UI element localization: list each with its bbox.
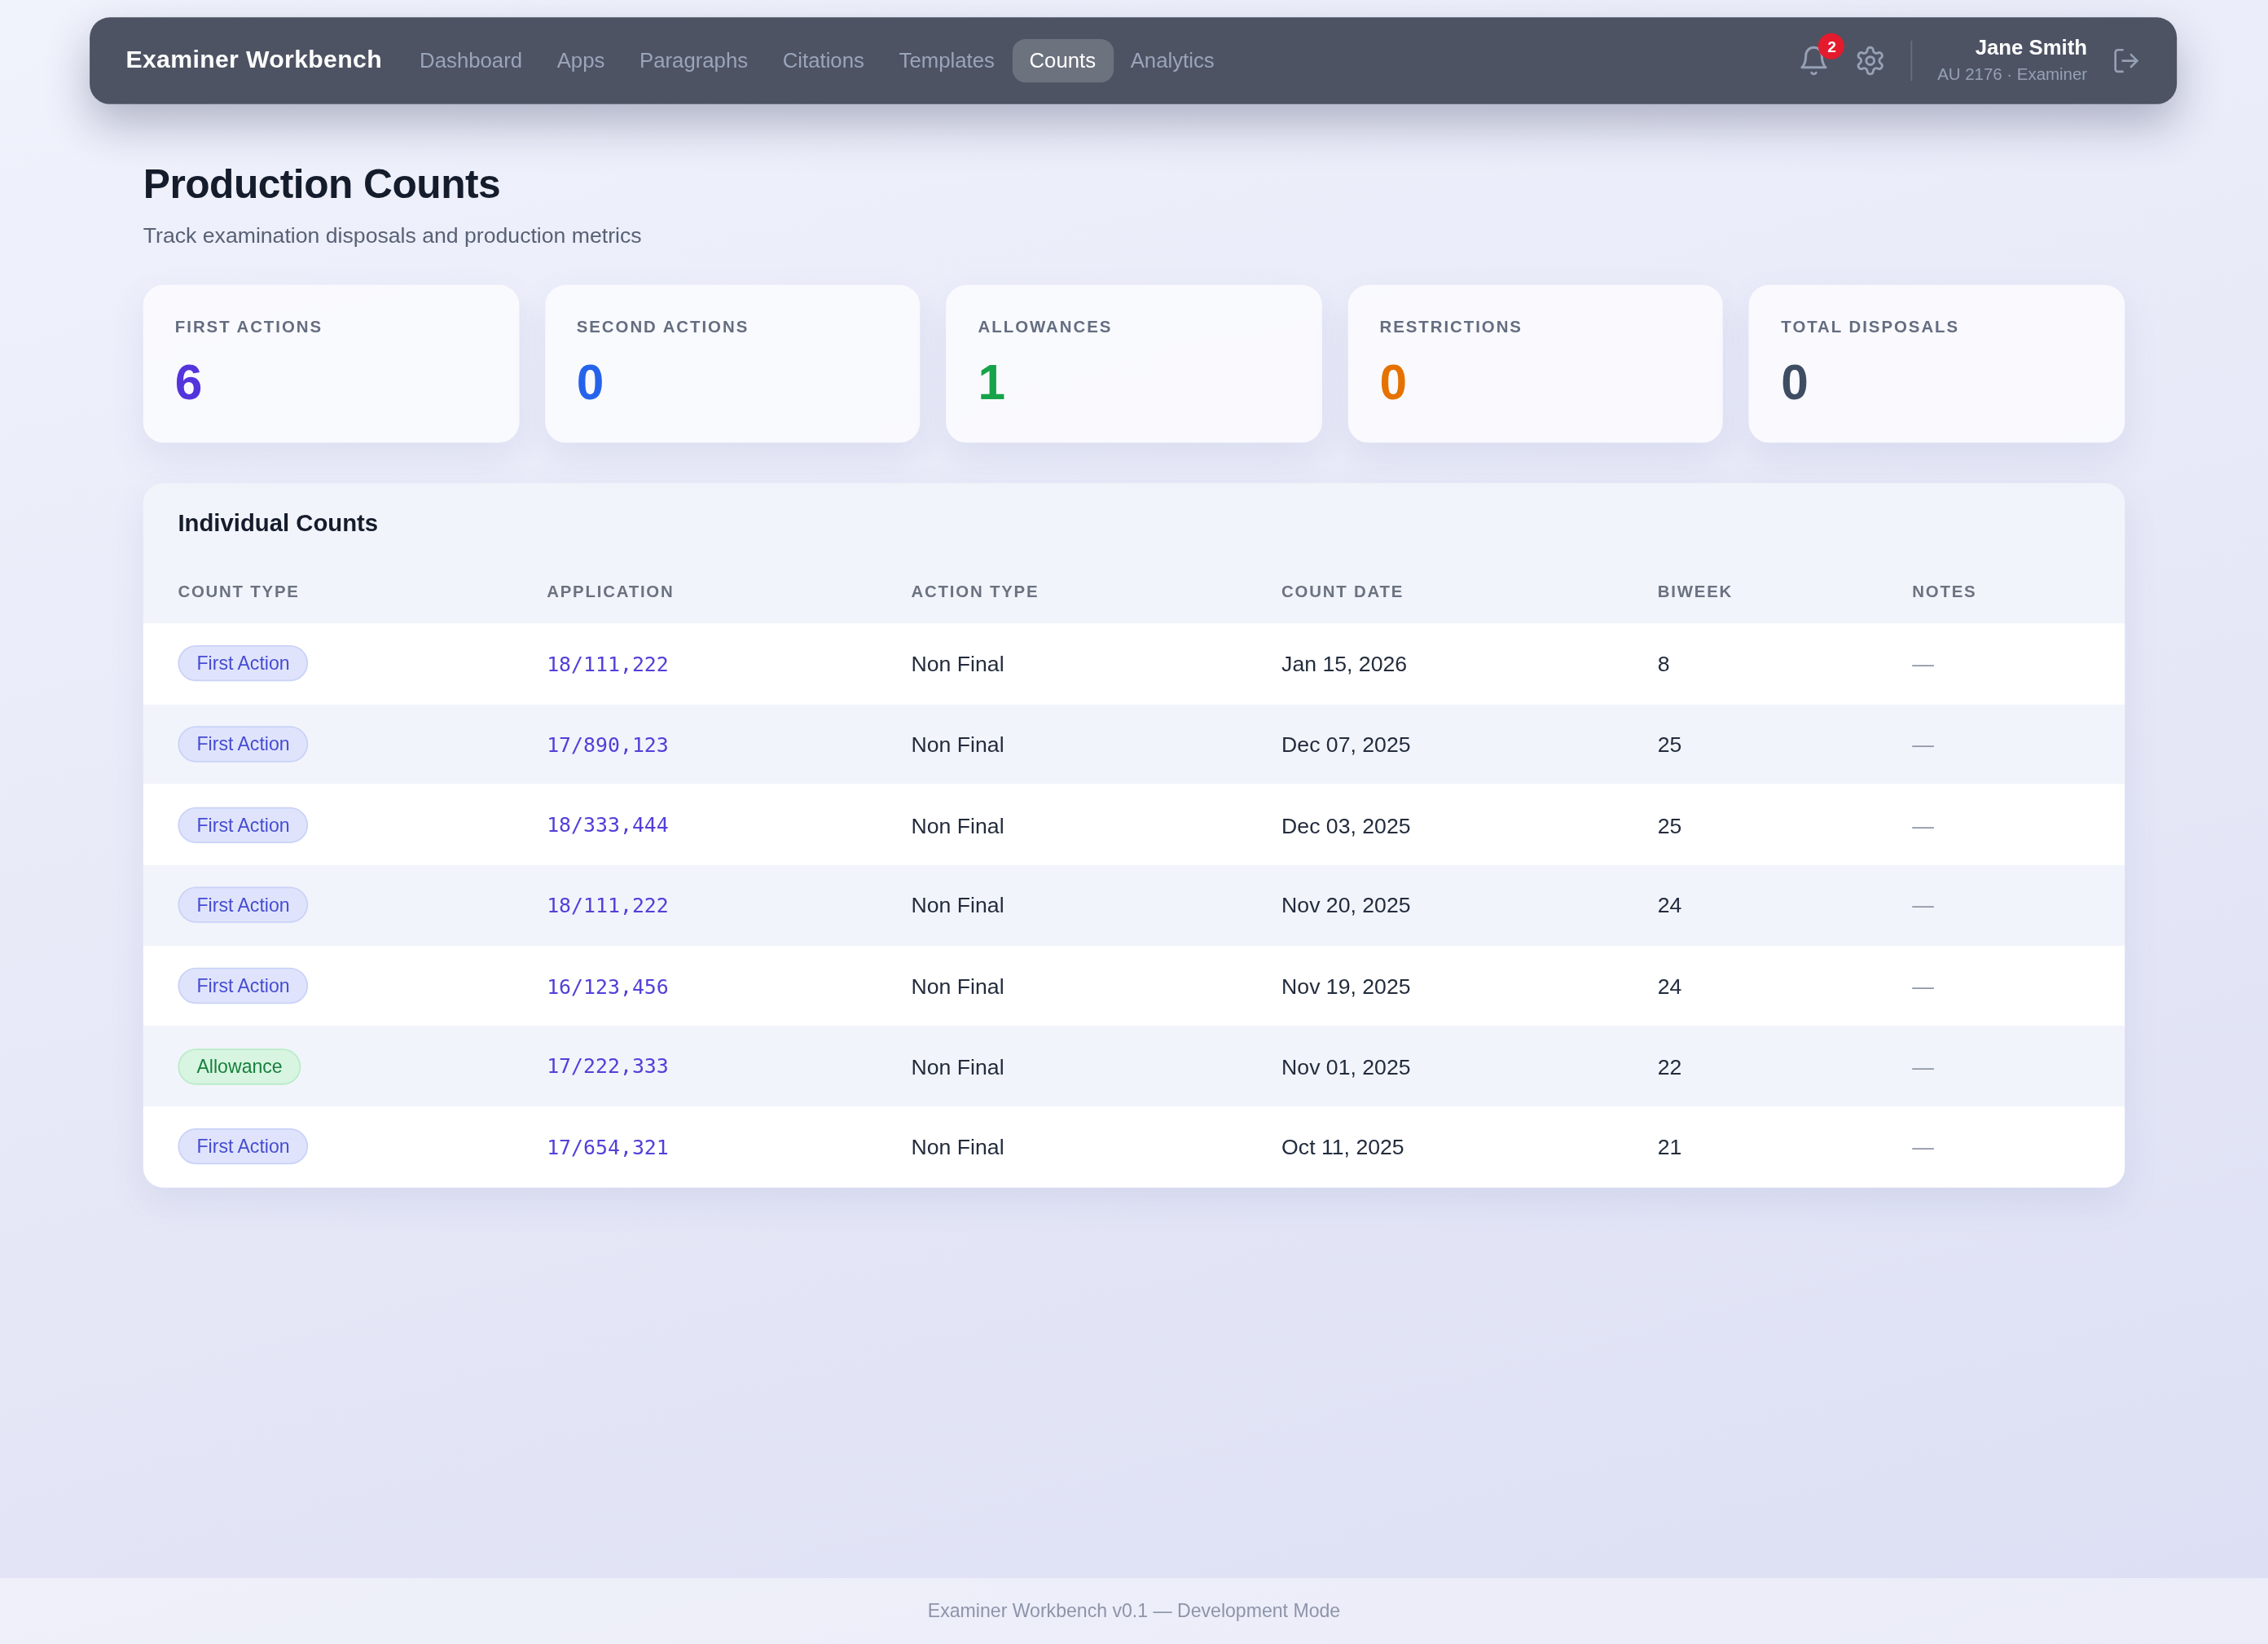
stat-card: FIRST ACTIONS 6: [143, 285, 519, 443]
count-type-badge: First Action: [178, 807, 308, 842]
biweek: 24: [1658, 974, 1912, 998]
count-type-badge: First Action: [178, 887, 308, 923]
action-type: Non Final: [912, 974, 1282, 998]
table-row[interactable]: Allowance 17/222,333 Non Final Nov 01, 2…: [143, 1026, 2125, 1107]
action-type: Non Final: [912, 1054, 1282, 1079]
action-type: Non Final: [912, 812, 1282, 837]
count-date: Jan 15, 2026: [1281, 652, 1658, 676]
stat-value: 6: [175, 358, 487, 407]
notes: —: [1912, 893, 2090, 917]
stat-card: RESTRICTIONS 0: [1347, 285, 1723, 443]
action-type: Non Final: [912, 1135, 1282, 1159]
footer-text: Examiner Workbench v0.1 — Development Mo…: [928, 1600, 1340, 1622]
column-header: BIWEEK: [1658, 583, 1912, 600]
page-title: Production Counts: [143, 162, 2125, 209]
notes: —: [1912, 812, 2090, 837]
action-type: Non Final: [912, 732, 1282, 756]
action-type: Non Final: [912, 893, 1282, 917]
count-date: Nov 20, 2025: [1281, 893, 1658, 917]
table-row[interactable]: First Action 18/333,444 Non Final Dec 03…: [143, 785, 2125, 865]
column-header: COUNT DATE: [1281, 583, 1658, 600]
notes: —: [1912, 652, 2090, 676]
notes: —: [1912, 1135, 2090, 1159]
application-number[interactable]: 16/123,456: [547, 974, 911, 997]
column-header: NOTES: [1912, 583, 2090, 600]
table-title: Individual Counts: [143, 483, 2125, 537]
count-date: Nov 01, 2025: [1281, 1054, 1658, 1079]
count-date: Dec 03, 2025: [1281, 812, 1658, 837]
application-number[interactable]: 17/890,123: [547, 732, 911, 755]
biweek: 8: [1658, 652, 1912, 676]
table-row[interactable]: First Action 18/111,222 Non Final Jan 15…: [143, 623, 2125, 704]
stat-label: TOTAL DISPOSALS: [1781, 319, 2093, 336]
stat-cards: FIRST ACTIONS 6 SECOND ACTIONS 0 ALLOWAN…: [143, 285, 2125, 443]
application-number[interactable]: 17/654,321: [547, 1136, 911, 1158]
stat-value: 0: [577, 358, 889, 407]
notes: —: [1912, 732, 2090, 756]
main-content: Production Counts Track examination disp…: [143, 0, 2125, 1187]
biweek: 25: [1658, 732, 1912, 756]
individual-counts-card: Individual Counts COUNT TYPEAPPLICATIONA…: [143, 483, 2125, 1187]
table-row[interactable]: First Action 18/111,222 Non Final Nov 20…: [143, 865, 2125, 946]
table-body: First Action 18/111,222 Non Final Jan 15…: [143, 623, 2125, 1187]
stat-card: SECOND ACTIONS 0: [545, 285, 921, 443]
application-number[interactable]: 18/111,222: [547, 652, 911, 675]
count-type-badge: First Action: [178, 645, 308, 681]
stat-label: RESTRICTIONS: [1379, 319, 1691, 336]
count-type-badge: Allowance: [178, 1048, 301, 1084]
biweek: 22: [1658, 1054, 1912, 1079]
biweek: 21: [1658, 1135, 1912, 1159]
count-type-badge: First Action: [178, 726, 308, 762]
action-type: Non Final: [912, 652, 1282, 676]
table-row[interactable]: First Action 17/890,123 Non Final Dec 07…: [143, 704, 2125, 785]
table-row[interactable]: First Action 16/123,456 Non Final Nov 19…: [143, 946, 2125, 1026]
count-date: Dec 07, 2025: [1281, 732, 1658, 756]
application-number[interactable]: 17/222,333: [547, 1055, 911, 1078]
page-subtitle: Track examination disposals and producti…: [143, 222, 2125, 247]
stat-value: 0: [1781, 358, 2093, 407]
count-date: Oct 11, 2025: [1281, 1135, 1658, 1159]
count-date: Nov 19, 2025: [1281, 974, 1658, 998]
application-number[interactable]: 18/111,222: [547, 894, 911, 917]
count-type-badge: First Action: [178, 1129, 308, 1165]
footer: Examiner Workbench v0.1 — Development Mo…: [0, 1577, 2268, 1644]
table-header-row: COUNT TYPEAPPLICATIONACTION TYPECOUNT DA…: [143, 560, 2125, 623]
stat-label: ALLOWANCES: [978, 319, 1290, 336]
stat-value: 0: [1379, 358, 1691, 407]
stat-value: 1: [978, 358, 1290, 407]
stat-card: TOTAL DISPOSALS 0: [1749, 285, 2125, 443]
stat-label: SECOND ACTIONS: [577, 319, 889, 336]
biweek: 24: [1658, 893, 1912, 917]
notes: —: [1912, 974, 2090, 998]
count-type-badge: First Action: [178, 968, 308, 1004]
column-header: APPLICATION: [547, 583, 911, 600]
page: Examiner Workbench DashboardAppsParagrap…: [0, 0, 2268, 1644]
stat-label: FIRST ACTIONS: [175, 319, 487, 336]
application-number[interactable]: 18/333,444: [547, 813, 911, 836]
column-header: ACTION TYPE: [912, 583, 1282, 600]
biweek: 25: [1658, 812, 1912, 837]
column-header: COUNT TYPE: [178, 583, 547, 600]
notes: —: [1912, 1054, 2090, 1079]
table-row[interactable]: First Action 17/654,321 Non Final Oct 11…: [143, 1106, 2125, 1187]
stat-card: ALLOWANCES 1: [947, 285, 1322, 443]
